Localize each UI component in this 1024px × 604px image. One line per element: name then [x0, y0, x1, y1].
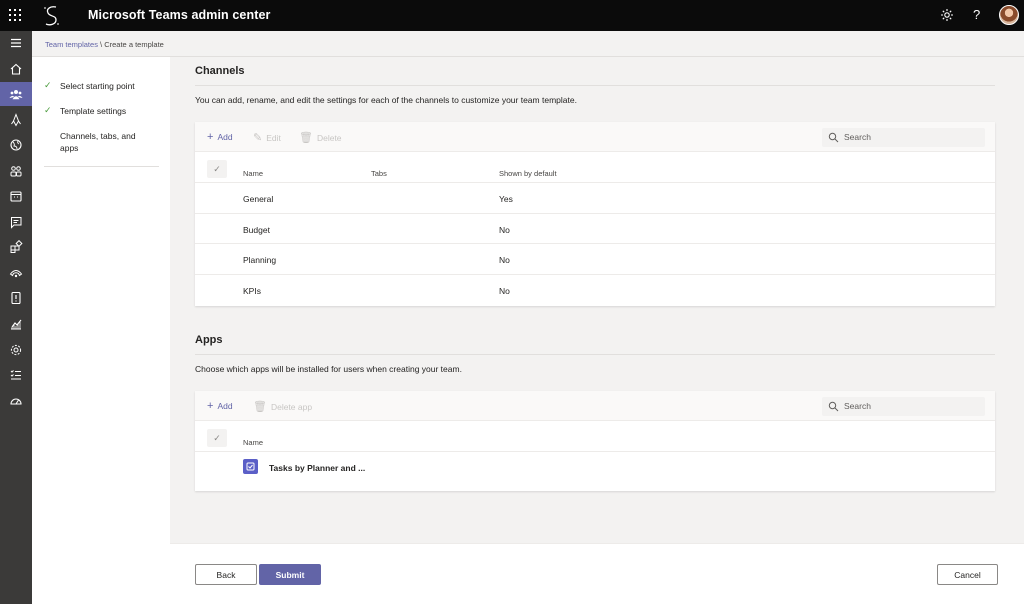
users-icon[interactable] [0, 159, 32, 183]
settings-icon[interactable] [0, 338, 32, 362]
column-header-shown-by-default[interactable]: Shown by default [499, 169, 557, 178]
apps-search-input[interactable]: Search [822, 397, 985, 416]
section-divider [195, 85, 995, 86]
channels-toolbar: + Add ✎ Edit 🗑 Delete Search [195, 122, 995, 152]
user-avatar[interactable] [999, 5, 1019, 25]
menu-icon[interactable] [0, 31, 32, 55]
section-divider [195, 354, 995, 355]
delete-app-button[interactable]: 🗑 Delete app [253, 400, 312, 413]
delete-channel-button[interactable]: 🗑 Delete [299, 131, 342, 144]
step-label: Select starting point [60, 81, 135, 91]
channels-section-title: Channels [195, 65, 245, 77]
back-button[interactable]: Back [195, 564, 257, 585]
wizard-steps-panel: ✓ Select starting point ✓ Template setti… [32, 57, 170, 604]
deploy-icon[interactable] [0, 108, 32, 132]
search-icon [828, 132, 839, 143]
plus-icon: + [207, 131, 214, 143]
column-header-tabs[interactable]: Tabs [371, 169, 387, 178]
analytics-icon[interactable] [0, 312, 32, 336]
channels-description: You can add, rename, and edit the settin… [195, 95, 577, 105]
step-template-settings[interactable]: ✓ Template settings [44, 105, 150, 117]
teams-admin-logo-icon [44, 6, 59, 26]
breadcrumb: Team templates \ Create a template [32, 31, 1024, 57]
help-icon[interactable]: ? [973, 7, 980, 22]
apps-table-card: + Add 🗑 Delete app Search ✓ Name Tasks by … [195, 391, 995, 491]
channel-shown: No [499, 255, 510, 265]
edit-channel-button[interactable]: ✎ Edit [253, 131, 281, 144]
table-row[interactable]: Planning No [195, 244, 995, 275]
apps-table-header: ✓ Name [195, 421, 995, 452]
app-launcher-icon[interactable] [9, 9, 21, 21]
step-placeholder [44, 130, 56, 154]
column-header-name[interactable]: Name [243, 169, 263, 178]
table-row[interactable]: KPIs No [195, 275, 995, 306]
trash-icon: 🗑 [299, 132, 313, 144]
table-row[interactable]: General Yes [195, 183, 995, 214]
app-title: Microsoft Teams admin center [88, 8, 271, 22]
checkmark-icon: ✓ [44, 105, 52, 115]
channel-shown: No [499, 285, 510, 296]
app-name: Tasks by Planner and ... [269, 463, 366, 473]
main-content: Channels You can add, rename, and edit t… [170, 57, 1024, 543]
channel-shown: No [499, 224, 510, 235]
policy-icon[interactable] [0, 286, 32, 310]
cancel-button[interactable]: Cancel [937, 564, 998, 585]
plus-icon: + [207, 400, 214, 412]
breadcrumb-team-templates-link[interactable]: Team templates [45, 40, 98, 49]
step-channels-tabs-apps[interactable]: Channels, tabs, and apps [44, 130, 142, 154]
dashboard-icon[interactable] [0, 389, 32, 413]
voice-icon[interactable] [0, 261, 32, 285]
settings-gear-icon[interactable] [940, 8, 954, 22]
step-label: Template settings [60, 106, 127, 116]
top-bar: Microsoft Teams admin center ? [0, 0, 1024, 31]
channel-name: General [243, 194, 274, 204]
add-app-button[interactable]: + Add [207, 400, 233, 412]
channel-name: Budget [243, 224, 270, 235]
apps-description: Choose which apps will be installed for … [195, 364, 462, 374]
column-header-name[interactable]: Name [243, 438, 263, 447]
channels-search-input[interactable]: Search [822, 128, 985, 147]
teams-icon[interactable] [0, 82, 32, 106]
apps-toolbar: + Add 🗑 Delete app Search [195, 391, 995, 421]
meetings-icon[interactable] [0, 184, 32, 208]
messaging-icon[interactable] [0, 210, 32, 234]
channel-name: Planning [243, 255, 277, 265]
select-all-checkbox[interactable]: ✓ [207, 429, 227, 447]
trash-icon: 🗑 [253, 401, 267, 413]
add-channel-button[interactable]: + Add [207, 131, 233, 143]
step-select-starting-point[interactable]: ✓ Select starting point [44, 80, 150, 92]
step-label: Channels, tabs, and apps [60, 131, 136, 153]
left-navigation-rail [0, 31, 32, 604]
planner-icon [243, 459, 258, 474]
select-all-checkbox[interactable]: ✓ [207, 160, 227, 178]
apps-section-title: Apps [195, 334, 223, 346]
checkmark-icon: ✓ [44, 80, 52, 90]
apps-icon[interactable] [0, 235, 32, 259]
wizard-footer: Back Submit Cancel [170, 543, 1024, 604]
submit-button[interactable]: Submit [259, 564, 321, 585]
table-row[interactable]: Tasks by Planner and ... [195, 452, 995, 483]
breadcrumb-current: Create a template [104, 40, 164, 49]
planning-icon[interactable] [0, 363, 32, 387]
steps-divider [44, 166, 159, 167]
channels-table-card: + Add ✎ Edit 🗑 Delete Search ✓ Name Tabs Sh… [195, 122, 995, 306]
pencil-icon: ✎ [253, 132, 263, 144]
channels-table-header: ✓ Name Tabs Shown by default [195, 152, 995, 183]
globe-icon[interactable] [0, 133, 32, 157]
channel-name: KPIs [243, 285, 261, 296]
channel-shown: Yes [499, 194, 513, 204]
table-row[interactable]: Budget No [195, 214, 995, 244]
home-icon[interactable] [0, 57, 32, 81]
search-icon [828, 401, 839, 412]
